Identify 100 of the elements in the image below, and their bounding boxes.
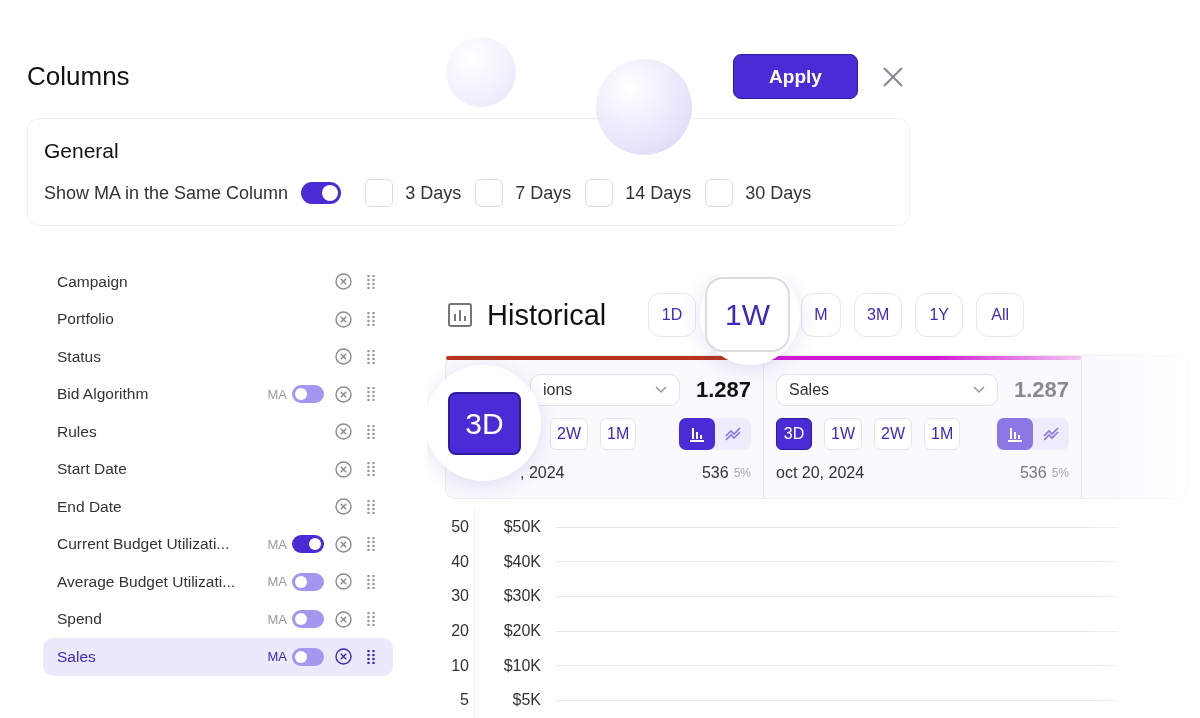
range-button[interactable]: All: [976, 293, 1025, 337]
remove-icon[interactable]: [335, 385, 352, 403]
column-label: Spend: [57, 610, 103, 629]
axis-label: $5K: [511, 691, 541, 710]
range-button[interactable]: 3M: [854, 293, 903, 337]
ma-label: MA: [267, 386, 287, 402]
range-button[interactable]: 1W: [705, 277, 790, 352]
period-button[interactable]: 1W: [824, 418, 862, 450]
card-title: Historical: [487, 298, 608, 332]
column-label: Bid Algorithm: [57, 385, 150, 404]
toggle-switch[interactable]: [292, 535, 324, 554]
axis-label: 30: [450, 587, 469, 606]
remove-icon[interactable]: [335, 498, 352, 516]
axis-label: $10K: [502, 656, 541, 675]
column-item[interactable]: Current Budget Utilizati... MA: [43, 525, 393, 563]
column-label: Start Date: [57, 460, 128, 479]
bar-chart-icon: [1007, 426, 1023, 442]
remove-icon[interactable]: [335, 535, 352, 553]
axis-label: $30K: [502, 587, 541, 606]
line-chart-icon: [725, 426, 741, 442]
drag-handle-icon[interactable]: [367, 649, 375, 664]
period-button[interactable]: 3D: [776, 418, 812, 450]
chart-type-button[interactable]: [679, 418, 715, 450]
axis-label: $20K: [502, 622, 541, 641]
toggle-switch[interactable]: [301, 182, 342, 204]
remove-icon[interactable]: [335, 310, 352, 328]
metric-value: 1.287: [695, 377, 751, 403]
drag-handle-icon[interactable]: [367, 499, 375, 514]
column-item[interactable]: Average Budget Utilizati... MA: [43, 563, 393, 601]
ma-label: MA: [267, 536, 287, 552]
chevron-icon: [655, 386, 667, 394]
column-item[interactable]: End Date: [43, 488, 393, 526]
column-item[interactable]: Campaign: [43, 263, 393, 301]
remove-icon[interactable]: [335, 348, 352, 366]
period-button[interactable]: 1M: [600, 418, 637, 450]
column-label: End Date: [57, 497, 123, 516]
axis-label: 5: [459, 691, 469, 710]
period-button[interactable]: 2W: [874, 418, 912, 450]
toggle-switch[interactable]: [292, 610, 324, 629]
remove-icon[interactable]: [335, 460, 352, 478]
toggle-switch[interactable]: [292, 385, 324, 404]
apply-button[interactable]: Apply: [733, 54, 858, 99]
section-title: General: [44, 139, 120, 163]
remove-icon[interactable]: [335, 648, 352, 666]
metric-dropdown[interactable]: ions: [530, 374, 680, 406]
remove-icon[interactable]: [335, 273, 352, 291]
column-label: Campaign: [57, 272, 129, 291]
drag-handle-icon[interactable]: [367, 574, 375, 589]
checkbox[interactable]: [475, 179, 504, 207]
close-icon[interactable]: [882, 65, 904, 88]
column-item[interactable]: Status: [43, 338, 393, 376]
axis-label: 40: [450, 552, 469, 571]
column-item[interactable]: Start Date: [43, 450, 393, 488]
remove-icon[interactable]: [335, 573, 352, 591]
range-button[interactable]: 1Y: [915, 293, 964, 337]
drag-handle-icon[interactable]: [367, 537, 375, 552]
drag-handle-icon[interactable]: [367, 462, 375, 477]
checkbox-label: 14 Days: [625, 182, 692, 204]
range-button[interactable]: 1D: [648, 293, 696, 337]
ma-label: MA: [267, 611, 287, 627]
column-item[interactable]: Portfolio: [43, 300, 393, 338]
column-item[interactable]: Rules: [43, 413, 393, 451]
date-label: , 2024: [520, 464, 565, 482]
count-value: 536: [1019, 464, 1047, 482]
column-label: Rules: [57, 422, 98, 441]
checkbox[interactable]: [705, 179, 734, 207]
remove-icon[interactable]: [335, 610, 352, 628]
column-item[interactable]: Spend MA: [43, 600, 393, 638]
period-button[interactable]: 1M: [924, 418, 961, 450]
drag-handle-icon[interactable]: [367, 349, 375, 364]
checkbox-label: 3 Days: [405, 182, 462, 204]
range-button[interactable]: M: [801, 293, 841, 337]
chart-type-button[interactable]: [997, 418, 1033, 450]
toggle-switch[interactable]: [292, 647, 324, 666]
checkbox[interactable]: [585, 179, 614, 207]
axis-label: 50: [450, 518, 469, 537]
drag-handle-icon[interactable]: [367, 387, 375, 402]
line-chart-icon: [1043, 426, 1059, 442]
column-item[interactable]: Bid Algorithm MA: [43, 375, 393, 413]
checkbox[interactable]: [365, 179, 394, 207]
column-label: Average Budget Utilizati...: [57, 572, 237, 591]
drag-handle-icon[interactable]: [367, 274, 375, 289]
metric-dropdown[interactable]: Sales: [776, 374, 998, 406]
bar-chart-icon: [689, 426, 705, 442]
axis-label: $50K: [502, 518, 541, 537]
remove-icon[interactable]: [335, 423, 352, 441]
column-item[interactable]: Sales MA: [43, 638, 393, 676]
checkbox-label: 30 Days: [745, 182, 812, 204]
ma-label: MA: [267, 574, 287, 590]
drag-handle-icon[interactable]: [367, 312, 375, 327]
period-button[interactable]: 3D: [448, 392, 521, 455]
axis-label: 20: [450, 622, 469, 641]
date-label: oct 20, 2024: [776, 464, 865, 482]
toggle-switch[interactable]: [292, 572, 324, 591]
period-button[interactable]: 2W: [550, 418, 588, 450]
change-percent: 5%: [1051, 466, 1069, 480]
drag-handle-icon[interactable]: [367, 424, 375, 439]
column-label: Current Budget Utilizati...: [57, 535, 231, 554]
column-label: Status: [57, 347, 102, 366]
drag-handle-icon[interactable]: [367, 612, 375, 627]
